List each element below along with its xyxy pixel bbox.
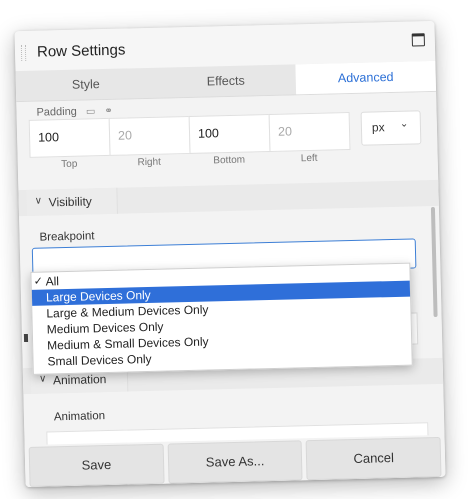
label-top: Top	[61, 158, 78, 171]
padding-top-value: 100	[37, 130, 60, 145]
unit-value: px	[371, 120, 385, 135]
label-right: Right	[137, 156, 162, 169]
option-label: Small Devices Only	[47, 351, 152, 369]
label-bottom: Bottom	[213, 154, 246, 167]
checkmark-icon: ✓	[33, 275, 43, 288]
tab-advanced[interactable]: Advanced	[295, 60, 437, 95]
padding-left-input[interactable]: 20	[268, 112, 351, 153]
drag-handle-icon[interactable]	[20, 44, 27, 62]
chevron-down-icon: ⌄	[399, 118, 409, 130]
scrollbar[interactable]	[430, 206, 438, 318]
footer-actions: Save Save As... Cancel	[24, 434, 446, 488]
visibility-section-label: Visibility	[48, 194, 92, 210]
padding-left-placeholder: 20	[277, 124, 293, 139]
animation-section-label: Animation	[52, 372, 107, 388]
padding-label-text: Padding	[36, 105, 77, 119]
panel-title: Row Settings	[36, 41, 126, 61]
padding-bottom-input[interactable]: 100	[188, 113, 271, 154]
padding-label: Padding ▭ ⚭	[36, 105, 113, 119]
option-label: Large Devices Only	[45, 287, 151, 305]
row-settings-panel: Row Settings Style Effects Advanced Padd…	[14, 20, 446, 488]
save-button[interactable]: Save	[28, 443, 165, 487]
settings-content: Padding ▭ ⚭ 100 20 100 20 px ⌄ Top Right…	[16, 91, 446, 488]
option-label: All	[45, 274, 60, 289]
padding-top-input[interactable]: 100	[28, 117, 111, 158]
edge-marker	[23, 333, 29, 343]
animation-field-label: Animation	[53, 410, 106, 424]
link-icon[interactable]: ⚭	[104, 106, 113, 117]
window-toggle-icon[interactable]	[411, 33, 425, 47]
padding-right-input[interactable]: 20	[108, 115, 191, 156]
chevron-down-icon: ∨	[38, 373, 47, 385]
label-left: Left	[300, 152, 318, 165]
responsive-icon[interactable]: ▭	[86, 106, 96, 117]
padding-bottom-value: 100	[197, 126, 220, 141]
option-label: Medium Devices Only	[46, 319, 164, 337]
padding-right-placeholder: 20	[117, 128, 133, 143]
unit-select[interactable]: px ⌄	[360, 110, 422, 146]
chevron-down-icon: ∨	[34, 195, 43, 207]
cancel-button[interactable]: Cancel	[305, 436, 442, 481]
tab-effects[interactable]: Effects	[155, 64, 296, 97]
visibility-section-toggle[interactable]: ∨ Visibility	[26, 187, 118, 216]
breakpoint-label: Breakpoint	[39, 230, 95, 244]
tab-style[interactable]: Style	[15, 68, 156, 101]
save-as-button[interactable]: Save As...	[167, 440, 303, 484]
breakpoint-dropdown: ✓ All Large Devices Only Large & Medium …	[30, 262, 413, 375]
